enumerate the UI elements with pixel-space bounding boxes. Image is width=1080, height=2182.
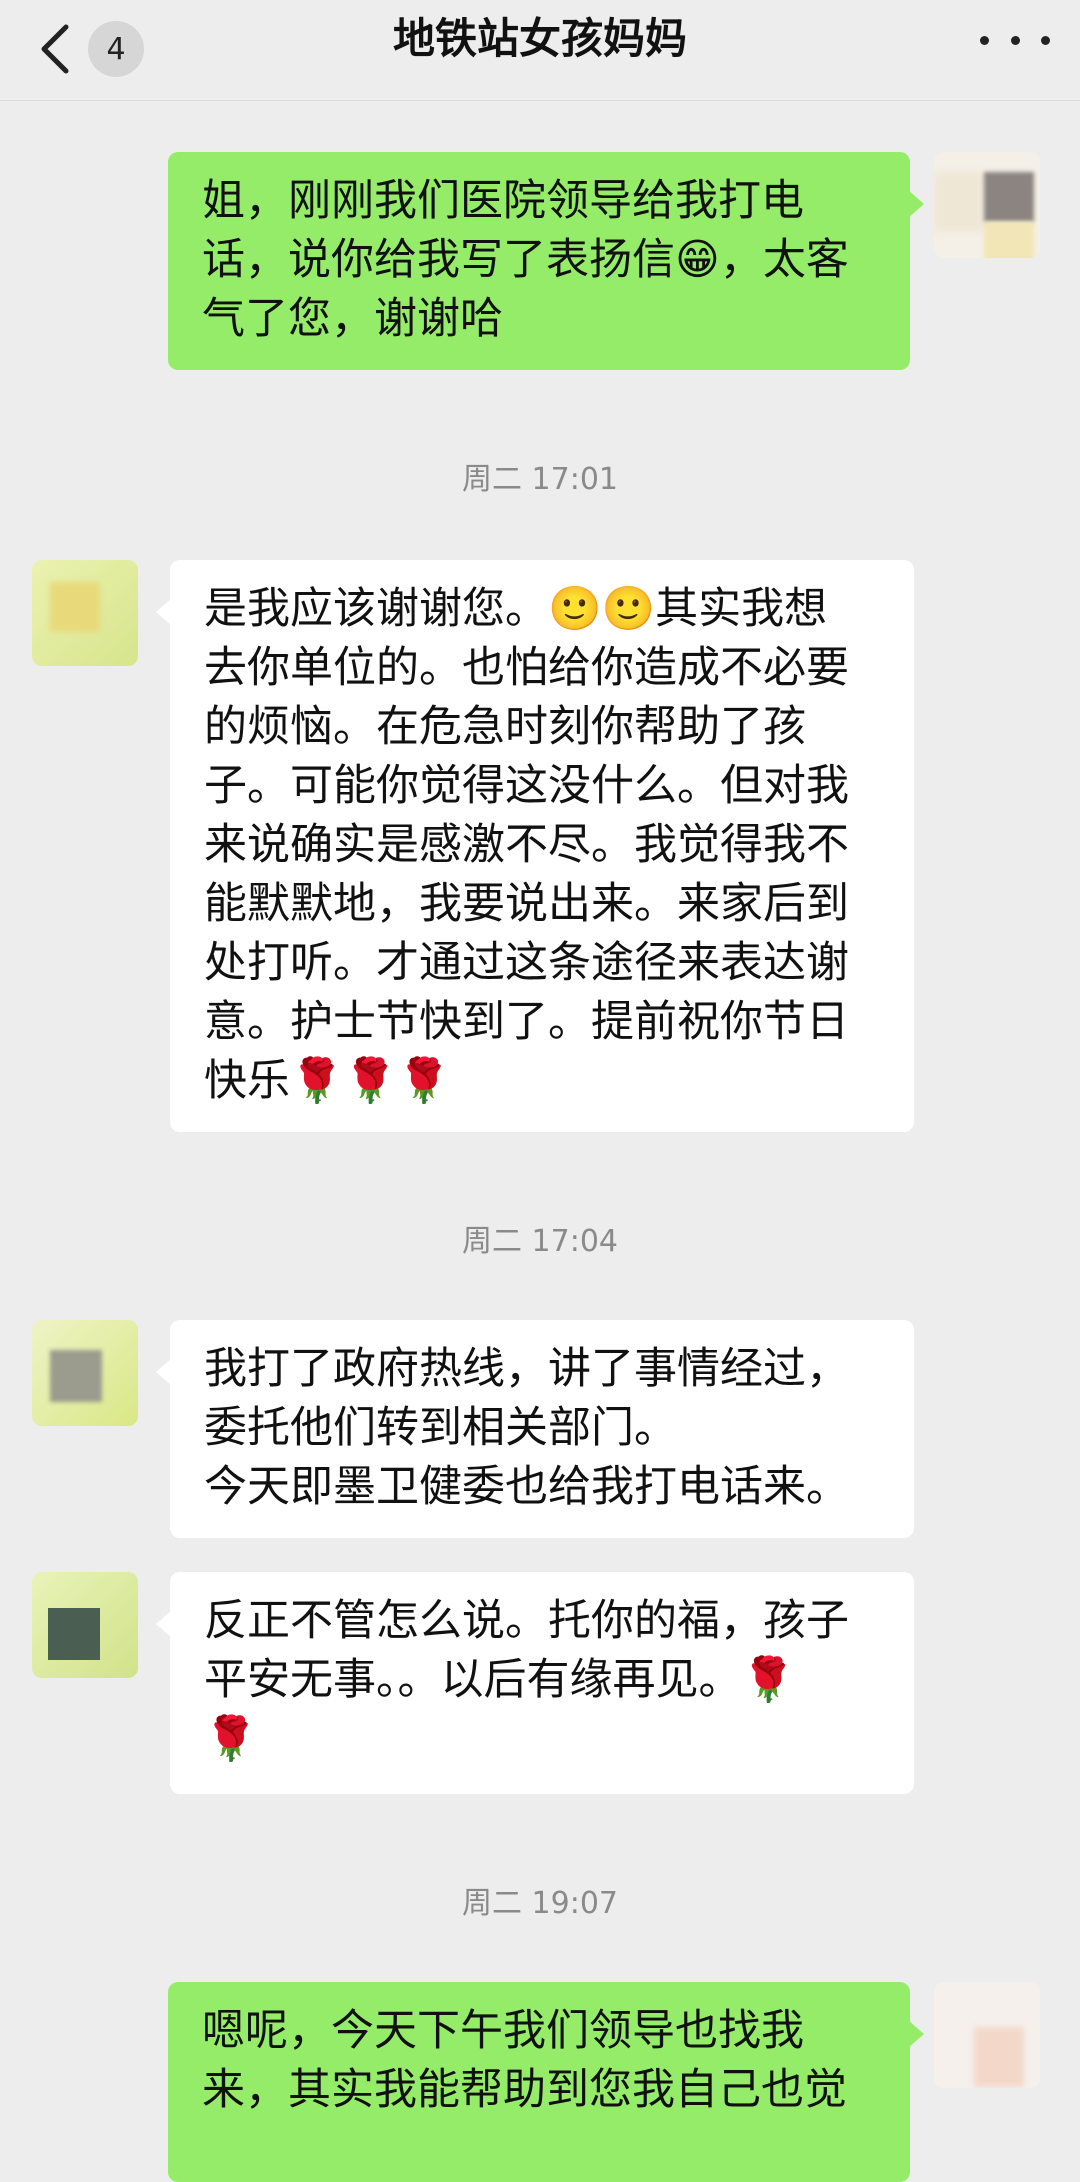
message-bubble-received[interactable]: 是我应该谢谢您。🙂🙂其实我想 去你单位的。也怕给你造成不必要 的烦恼。在危急时刻…: [156, 560, 914, 1132]
contact-avatar[interactable]: [32, 1572, 138, 1678]
message-bubble-received[interactable]: 我打了政府热线，讲了事情经过， 委托他们转到相关部门。 今天即墨卫健委也给我打电…: [156, 1320, 914, 1538]
my-avatar[interactable]: [934, 1982, 1040, 2088]
contact-avatar[interactable]: [32, 1320, 138, 1426]
message-timestamp: 周二 17:04: [462, 1224, 618, 1259]
contact-avatar[interactable]: [32, 560, 138, 666]
more-options-button[interactable]: [980, 18, 1050, 62]
message-bubble-sent[interactable]: 嗯呢，今天下午我们领导也找我 来，其实我能帮助到您我自己也觉: [168, 1982, 924, 2182]
message-timestamp: 周二 17:01: [462, 462, 618, 497]
chat-title: 地铁站女孩妈妈: [392, 14, 687, 63]
message-bubble-sent[interactable]: 姐，刚刚我们医院领导给我打电 话，说你给我写了表扬信😁，太客 气了您，谢谢哈: [168, 152, 924, 370]
chat-header: 4 地铁站女孩妈妈: [0, 0, 1080, 101]
message-timestamp: 周二 19:07: [462, 1886, 618, 1921]
message-bubble-received[interactable]: 反正不管怎么说。托你的福，孩子 平安无事。。以后有缘再见。🌹 🌹: [156, 1572, 914, 1794]
more-dots-icon: [980, 35, 989, 45]
my-avatar[interactable]: [934, 152, 1040, 258]
